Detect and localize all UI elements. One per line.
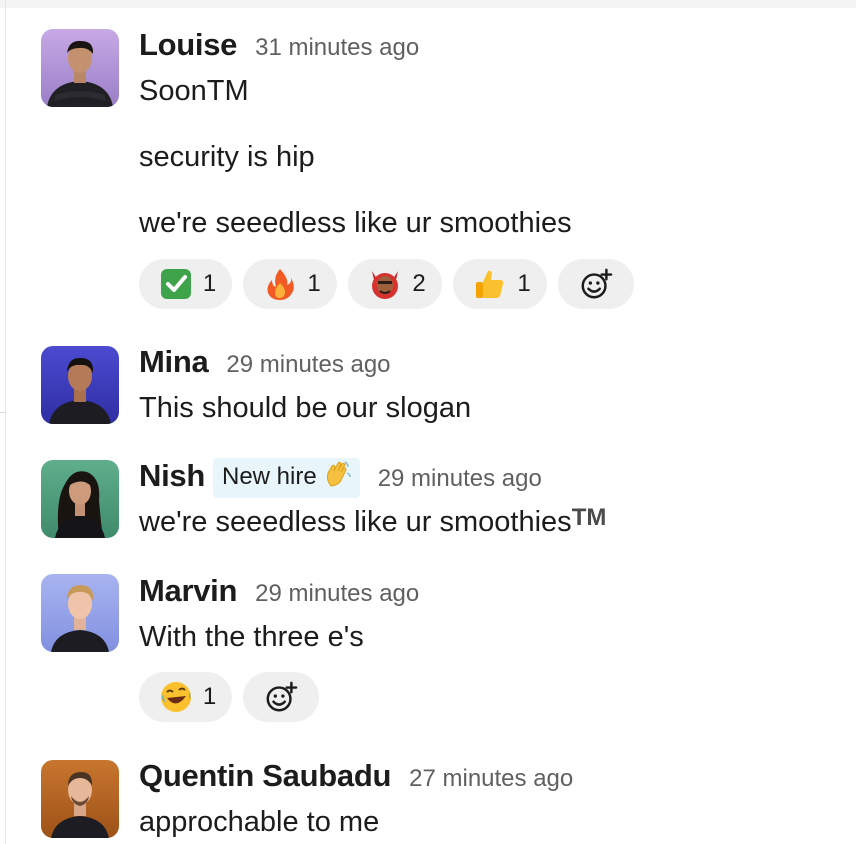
timestamp[interactable]: 27 minutes ago [409,765,573,793]
rolling-laughing-icon [159,680,193,714]
waving-hand-icon [323,460,351,494]
new-hire-badge: New hire [212,458,360,498]
message-text: With the three e's [139,621,364,653]
author-name[interactable]: Quentin Saubadu [139,758,391,794]
reaction-fire[interactable]: 1 [243,259,337,309]
author-name[interactable]: Louise [139,27,237,63]
top-shade [0,0,856,8]
author-name[interactable]: Nish [139,458,205,494]
timestamp[interactable]: 29 minutes ago [226,351,390,379]
reaction-bar: 1 [139,672,330,722]
left-divider-tick [0,412,6,413]
add-reaction-icon [264,680,298,714]
avatar[interactable] [41,29,119,107]
reaction-count: 1 [307,270,321,297]
reaction-count: 1 [517,270,531,297]
reaction-devil-face[interactable]: 2 [348,259,442,309]
reaction-check-mark[interactable]: 1 [139,259,232,309]
avatar[interactable] [41,574,119,652]
timestamp[interactable]: 29 minutes ago [378,465,542,493]
avatar[interactable] [41,460,119,538]
reaction-thumbs-up[interactable]: 1 [453,259,547,309]
message-text: we're seeedless like ur smoothiesTM [139,504,607,539]
author-name[interactable]: Mina [139,344,209,380]
message-text: approchable to me [139,806,380,838]
timestamp[interactable]: 29 minutes ago [255,580,419,608]
add-reaction-button[interactable] [558,259,634,309]
reaction-bar: 1 1 2 1 [139,259,645,309]
message-text: This should be our slogan [139,392,472,424]
reaction-count: 1 [202,683,217,710]
add-reaction-icon [579,267,613,301]
add-reaction-button[interactable] [243,672,319,722]
avatar[interactable] [41,760,119,838]
thumbs-up-icon [473,267,507,301]
message-text: security is hip [139,141,315,173]
message-text: SoonTM [139,75,249,107]
avatar[interactable] [41,346,119,424]
left-divider [5,0,6,844]
timestamp[interactable]: 31 minutes ago [255,34,419,62]
devil-face-icon [368,267,402,301]
check-mark-icon [159,267,193,301]
trademark-symbol: TM [571,504,607,531]
message-text: we're seeedless like ur smoothies [139,207,572,239]
reaction-rolling-laughing[interactable]: 1 [139,672,232,722]
message-text-body: we're seeedless like ur smoothies [139,506,572,538]
author-name[interactable]: Marvin [139,573,237,609]
fire-icon [263,267,297,301]
reaction-count: 2 [412,270,426,297]
reaction-count: 1 [202,270,217,297]
badge-label: New hire [221,463,317,490]
